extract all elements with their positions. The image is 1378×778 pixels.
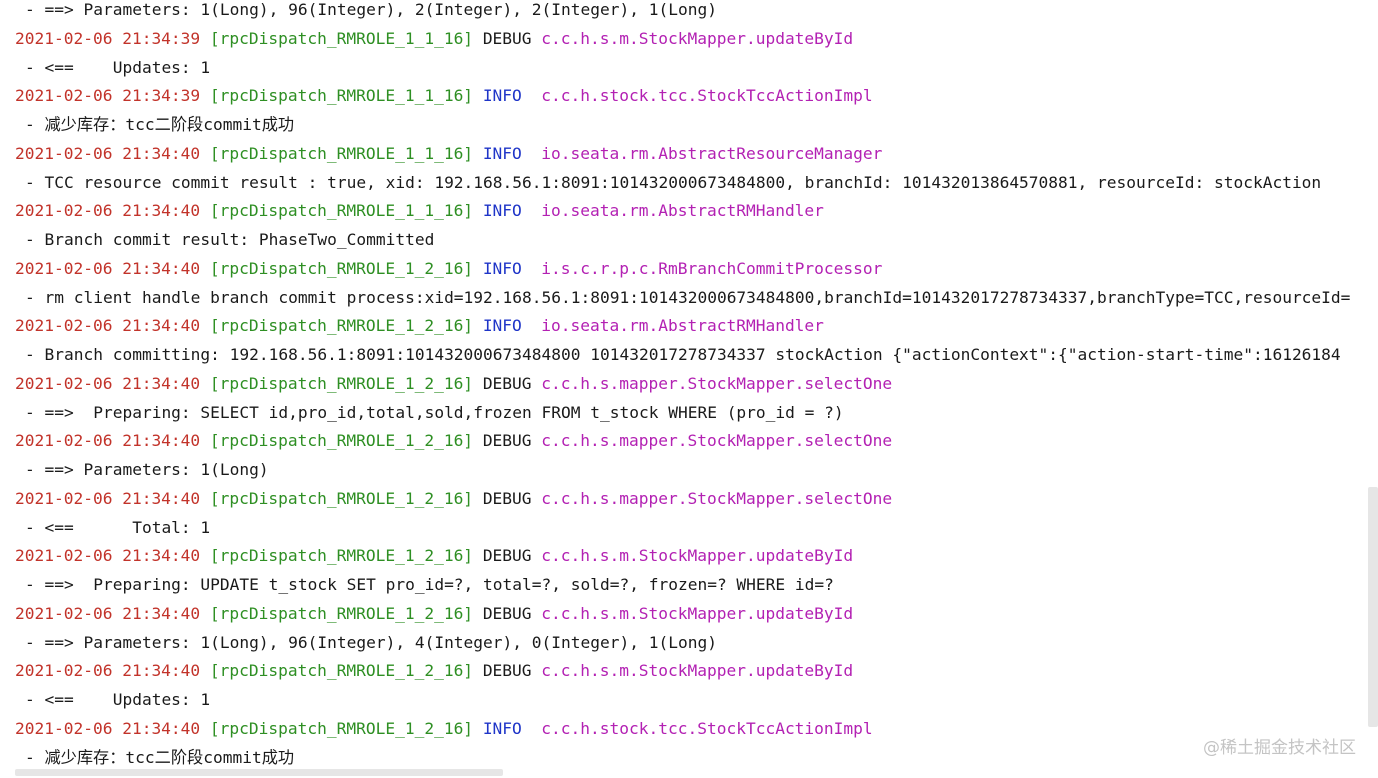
log-thread: [rpcDispatch_RMROLE_1_1_16] <box>209 86 474 106</box>
log-logger: c.c.h.s.mapper.StockMapper.selectOne <box>541 431 893 451</box>
log-timestamp: 2021-02-06 21:34:40 <box>15 603 201 623</box>
log-thread: [rpcDispatch_RMROLE_1_2_16] <box>209 258 474 278</box>
log-level: INFO <box>482 86 532 106</box>
log-header-line: 2021-02-06 21:34:40 [rpcDispatch_RMROLE_… <box>0 197 1378 226</box>
log-header-line: 2021-02-06 21:34:40 [rpcDispatch_RMROLE_… <box>0 542 1378 571</box>
log-logger: io.seata.rm.AbstractResourceManager <box>541 143 883 163</box>
log-header-line: 2021-02-06 21:34:40 [rpcDispatch_RMROLE_… <box>0 600 1378 629</box>
log-logger: io.seata.rm.AbstractRMHandler <box>541 201 824 221</box>
log-header-line: 2021-02-06 21:34:40 [rpcDispatch_RMROLE_… <box>0 715 1378 744</box>
log-logger: c.c.h.s.m.StockMapper.updateById <box>541 603 854 623</box>
log-message-line: - ==> Parameters: 1(Long), 96(Integer), … <box>25 0 717 19</box>
log-message-line: - ==> Preparing: UPDATE t_stock SET pro_… <box>25 575 834 594</box>
log-header-line: 2021-02-06 21:34:40 [rpcDispatch_RMROLE_… <box>0 255 1378 284</box>
log-message-line: - ==> Preparing: SELECT id,pro_id,total,… <box>25 402 844 422</box>
log-message-line: - rm client handle branch commit process… <box>25 287 1351 307</box>
log-message-line: - <== Updates: 1 <box>25 57 211 77</box>
log-logger: c.c.h.s.m.StockMapper.updateById <box>541 28 854 48</box>
log-level: INFO <box>482 258 532 278</box>
log-message-line: - <== Updates: 1 <box>25 690 211 709</box>
log-level: INFO <box>482 143 532 163</box>
log-thread: [rpcDispatch_RMROLE_1_2_16] <box>209 546 474 566</box>
log-header-line: 2021-02-06 21:34:39 [rpcDispatch_RMROLE_… <box>0 25 1378 54</box>
log-level: DEBUG <box>482 431 532 451</box>
log-thread: [rpcDispatch_RMROLE_1_1_16] <box>209 143 474 163</box>
log-header-line: 2021-02-06 21:34:40 [rpcDispatch_RMROLE_… <box>0 312 1378 341</box>
log-thread: [rpcDispatch_RMROLE_1_2_16] <box>209 488 474 508</box>
log-logger: c.c.h.stock.tcc.StockTccActionImpl <box>541 86 873 106</box>
log-thread: [rpcDispatch_RMROLE_1_2_16] <box>209 431 474 451</box>
log-level: DEBUG <box>482 488 532 508</box>
log-thread: [rpcDispatch_RMROLE_1_1_16] <box>209 28 474 48</box>
log-level: DEBUG <box>482 603 532 623</box>
log-message-line: - Branch commit result: PhaseTwo_Committ… <box>25 230 435 249</box>
vertical-scrollbar[interactable] <box>1368 487 1378 727</box>
log-logger: c.c.h.s.m.StockMapper.updateById <box>541 546 854 566</box>
log-level: INFO <box>482 316 532 336</box>
log-thread: [rpcDispatch_RMROLE_1_2_16] <box>209 661 474 681</box>
log-header-line: 2021-02-06 21:34:40 [rpcDispatch_RMROLE_… <box>0 427 1378 456</box>
log-thread: [rpcDispatch_RMROLE_1_2_16] <box>209 373 474 393</box>
log-level: DEBUG <box>482 546 532 566</box>
log-timestamp: 2021-02-06 21:34:40 <box>15 718 201 738</box>
log-message-line: - ==> Parameters: 1(Long), 96(Integer), … <box>25 632 717 652</box>
log-timestamp: 2021-02-06 21:34:39 <box>15 28 201 48</box>
log-header-line: 2021-02-06 21:34:40 [rpcDispatch_RMROLE_… <box>0 370 1378 399</box>
log-logger: c.c.h.s.m.StockMapper.updateById <box>541 661 854 681</box>
log-timestamp: 2021-02-06 21:34:40 <box>15 661 201 681</box>
log-header-line: 2021-02-06 21:34:40 [rpcDispatch_RMROLE_… <box>0 140 1378 169</box>
log-timestamp: 2021-02-06 21:34:40 <box>15 143 201 163</box>
log-header-line: 2021-02-06 21:34:40 [rpcDispatch_RMROLE_… <box>0 657 1378 686</box>
log-message-line: - <== Total: 1 <box>25 517 211 537</box>
log-message-line: - 减少库存：tcc二阶段commit成功 <box>25 747 295 767</box>
log-level: DEBUG <box>482 28 532 48</box>
log-thread: [rpcDispatch_RMROLE_1_2_16] <box>209 603 474 623</box>
log-logger: io.seata.rm.AbstractRMHandler <box>541 316 824 336</box>
log-message-line: - ==> Parameters: 1(Long) <box>25 460 269 479</box>
log-level: DEBUG <box>482 373 532 393</box>
log-timestamp: 2021-02-06 21:34:39 <box>15 86 201 106</box>
log-message-line: - Branch committing: 192.168.56.1:8091:1… <box>25 345 1341 364</box>
log-timestamp: 2021-02-06 21:34:40 <box>15 201 201 221</box>
log-thread: [rpcDispatch_RMROLE_1_2_16] <box>209 718 474 738</box>
log-logger: i.s.c.r.p.c.RmBranchCommitProcessor <box>541 258 883 278</box>
log-level: INFO <box>482 201 532 221</box>
horizontal-scrollbar[interactable] <box>15 769 503 776</box>
log-timestamp: 2021-02-06 21:34:40 <box>15 431 201 451</box>
log-lines: - ==> Parameters: 1(Long), 96(Integer), … <box>0 0 1378 772</box>
log-timestamp: 2021-02-06 21:34:40 <box>15 258 201 278</box>
log-level: DEBUG <box>482 661 532 681</box>
watermark: @稀土掘金技术社区 <box>1203 738 1356 758</box>
log-message-line: - 减少库存：tcc二阶段commit成功 <box>25 115 295 134</box>
log-header-line: 2021-02-06 21:34:39 [rpcDispatch_RMROLE_… <box>0 82 1378 111</box>
log-header-line: 2021-02-06 21:34:40 [rpcDispatch_RMROLE_… <box>0 485 1378 514</box>
log-level: INFO <box>482 718 532 738</box>
log-timestamp: 2021-02-06 21:34:40 <box>15 488 201 508</box>
log-logger: c.c.h.s.mapper.StockMapper.selectOne <box>541 488 893 508</box>
log-timestamp: 2021-02-06 21:34:40 <box>15 546 201 566</box>
log-timestamp: 2021-02-06 21:34:40 <box>15 316 201 336</box>
log-message-line: - TCC resource commit result : true, xid… <box>25 172 1322 192</box>
log-logger: c.c.h.stock.tcc.StockTccActionImpl <box>541 718 873 738</box>
log-thread: [rpcDispatch_RMROLE_1_1_16] <box>209 201 474 221</box>
console-output: - ==> Parameters: 1(Long), 96(Integer), … <box>0 0 1378 778</box>
log-thread: [rpcDispatch_RMROLE_1_2_16] <box>209 316 474 336</box>
log-timestamp: 2021-02-06 21:34:40 <box>15 373 201 393</box>
log-logger: c.c.h.s.mapper.StockMapper.selectOne <box>541 373 893 393</box>
